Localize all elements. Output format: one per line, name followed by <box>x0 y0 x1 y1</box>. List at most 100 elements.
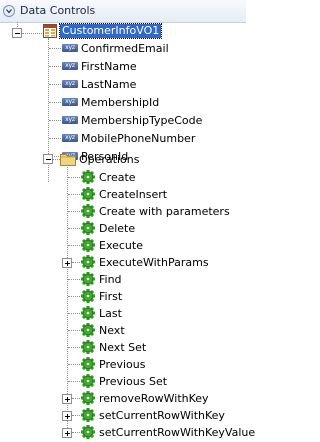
tree-line <box>72 415 80 416</box>
tree-line <box>68 245 80 246</box>
tree-node-operation[interactable]: Next Set <box>80 339 243 357</box>
attribute-xyz-icon: xyz <box>62 62 78 70</box>
tree-node-attribute[interactable]: xyz FirstName <box>62 58 242 75</box>
tree-node-label: Operations <box>79 153 140 166</box>
tree-node-operation[interactable]: Last <box>80 305 243 323</box>
tree-node-operations[interactable]: Operations <box>60 151 240 168</box>
tree-line <box>22 33 42 34</box>
gear-icon <box>80 424 96 442</box>
tree-node-operation[interactable]: Create <box>80 169 243 187</box>
attribute-xyz-icon: xyz <box>62 98 78 106</box>
gear-icon <box>80 305 96 323</box>
tree-node-label: MembershipTypeCode <box>81 114 203 127</box>
tree-node-label: FirstName <box>81 60 137 73</box>
tree-node-customerinfovo1[interactable]: CustomerInfoVO1 <box>43 23 243 40</box>
tree-line <box>68 211 80 212</box>
gear-icon <box>80 254 96 272</box>
tree-node-label: removeRowWithKey <box>99 392 209 405</box>
tree-node-label: Previous <box>99 358 146 371</box>
tree-node-attribute[interactable]: xyz MobilePhoneNumber <box>62 130 242 147</box>
collapse-circle-icon[interactable] <box>3 5 15 17</box>
gear-icon <box>80 169 96 187</box>
tree-line <box>68 177 80 178</box>
tree-node-label: LastName <box>81 78 137 91</box>
tree-node-operation[interactable]: First <box>80 288 243 306</box>
tree-node-label: MobilePhoneNumber <box>81 132 196 145</box>
tree-line <box>72 262 80 263</box>
tree-node-attribute[interactable]: xyz LastName <box>62 76 242 93</box>
gear-icon <box>80 390 96 408</box>
tree-node-operation[interactable]: Find <box>80 271 243 289</box>
tree-line <box>49 84 61 85</box>
operation-expander-plus-icon[interactable] <box>62 394 72 404</box>
operation-expander-plus-icon[interactable] <box>62 258 72 268</box>
gear-icon <box>80 322 96 340</box>
tree-line <box>72 432 80 433</box>
tree-node-operation[interactable]: Next <box>80 322 243 340</box>
tree-line <box>72 398 80 399</box>
operation-expander-plus-icon[interactable] <box>62 428 72 438</box>
attribute-xyz-icon: xyz <box>62 44 78 52</box>
tree-node-label: CreateInsert <box>99 188 168 201</box>
tree-line <box>68 228 80 229</box>
gear-icon <box>80 407 96 425</box>
tree-node-label: Previous Set <box>99 375 168 388</box>
tree-node-label: Last <box>99 307 122 320</box>
attribute-xyz-icon: xyz <box>62 116 78 124</box>
gear-icon <box>80 220 96 238</box>
attribute-xyz-icon: xyz <box>62 134 78 142</box>
gear-icon <box>80 356 96 374</box>
tree-line <box>17 22 18 27</box>
gear-icon <box>80 288 96 306</box>
tree-node-label: Create with parameters <box>99 205 230 218</box>
tree-line <box>68 313 80 314</box>
root-expander-minus-icon[interactable] <box>12 28 22 38</box>
tree-node-label: Find <box>99 273 122 286</box>
operations-expander-minus-icon[interactable] <box>43 154 53 164</box>
tree-node-label: Delete <box>99 222 136 235</box>
tree-node-operation[interactable]: CreateInsert <box>80 186 243 204</box>
tree-node-label: Next Set <box>99 341 147 354</box>
tree-line <box>49 48 61 49</box>
tree-node-operation[interactable]: ExecuteWithParams <box>80 254 243 272</box>
gear-icon <box>80 373 96 391</box>
tree-line <box>49 138 61 139</box>
tree-line <box>49 66 61 67</box>
tree-node-operation[interactable]: setCurrentRowWithKeyValue <box>80 424 255 442</box>
tree-line <box>68 330 80 331</box>
operation-expander-plus-icon[interactable] <box>62 411 72 421</box>
data-controls-tree[interactable]: CustomerInfoVO1 xyz ConfirmedEmail xyz Firs… <box>0 22 255 442</box>
tree-line <box>68 347 80 348</box>
tree-line <box>49 120 61 121</box>
tree-node-label: setCurrentRowWithKeyValue <box>99 426 256 439</box>
tree-line <box>68 364 80 365</box>
tree-node-label: CustomerInfoVO1 <box>58 23 163 39</box>
tree-line <box>68 279 80 280</box>
gear-icon <box>80 203 96 221</box>
tree-node-attribute[interactable]: xyz MembershipTypeCode <box>62 112 242 129</box>
tree-node-operation[interactable]: Previous Set <box>80 373 243 391</box>
tree-node-operation[interactable]: Previous <box>80 356 243 374</box>
tree-node-label: First <box>99 290 123 303</box>
tree-line <box>49 102 61 103</box>
tree-node-attribute[interactable]: xyz ConfirmedEmail <box>62 40 242 57</box>
tree-line <box>53 159 60 160</box>
gear-icon <box>80 339 96 357</box>
attribute-xyz-icon: xyz <box>62 80 78 88</box>
tree-node-operation[interactable]: Create with parameters <box>80 203 243 221</box>
tree-node-attribute[interactable]: xyz MembershipId <box>62 94 242 111</box>
tree-node-label: Next <box>99 324 125 337</box>
tree-node-label: setCurrentRowWithKey <box>99 409 225 422</box>
data-controls-header[interactable]: Data Controls <box>0 0 246 23</box>
panel-title: Data Controls <box>20 4 96 17</box>
tree-node-operation[interactable]: removeRowWithKey <box>80 390 243 408</box>
gear-icon <box>80 186 96 204</box>
tree-line <box>68 381 80 382</box>
tree-node-operation[interactable]: Execute <box>80 237 243 254</box>
tree-node-label: Create <box>99 171 136 184</box>
tree-node-label: MembershipId <box>81 96 160 109</box>
tree-node-operation[interactable]: setCurrentRowWithKey <box>80 407 243 425</box>
tree-node-operation[interactable]: Delete <box>80 220 243 238</box>
gear-icon <box>80 271 96 289</box>
tree-node-label: ExecuteWithParams <box>99 256 209 269</box>
